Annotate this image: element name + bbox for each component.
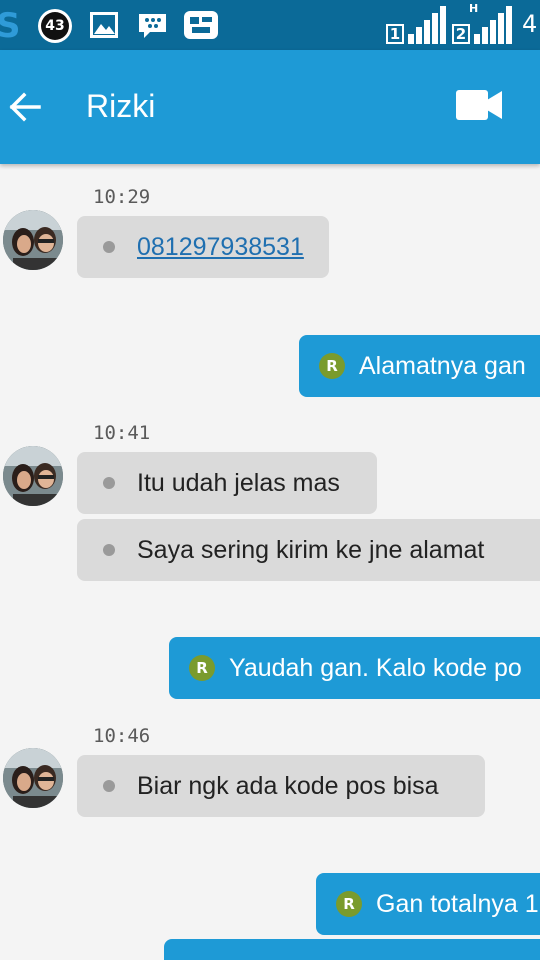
status-dot	[103, 544, 115, 556]
notification-count-badge: 43	[38, 9, 72, 43]
bbm-icon	[139, 14, 166, 38]
message-text: Itu udah jelas mas	[137, 468, 340, 497]
status-right-text: 4	[522, 10, 538, 38]
incoming-message: Itu udah jelas mas	[77, 452, 377, 514]
status-dot	[103, 780, 115, 792]
message-text: Alamatnya gan	[359, 351, 526, 380]
svg-text:S: S	[0, 8, 21, 42]
message-timestamp: 10:41	[93, 422, 151, 444]
avatar[interactable]	[3, 446, 63, 506]
chat-list[interactable]: 10:29 081297938531 R Alamatnya gan 10:41	[0, 164, 540, 960]
outgoing-message-partial	[164, 939, 540, 960]
page-title: Rizki	[86, 88, 156, 124]
sim1-signal-icon: 1	[386, 6, 448, 46]
notification-count: 43	[41, 12, 69, 40]
message-text: Saya sering kirim ke jne alamat	[137, 535, 485, 564]
sim2-signal-icon: 2 H	[452, 2, 514, 46]
message-text: Yaudah gan. Kalo kode po	[229, 653, 522, 682]
avatar[interactable]	[3, 210, 63, 270]
read-status-icon: R	[319, 353, 345, 379]
message-text: Gan totalnya 1	[376, 889, 539, 918]
outgoing-message: R Gan totalnya 1	[316, 873, 540, 935]
back-arrow-icon[interactable]	[8, 90, 42, 124]
avatar[interactable]	[3, 748, 63, 808]
contact-photo	[3, 446, 63, 506]
outgoing-message: R Yaudah gan. Kalo kode po	[169, 637, 540, 699]
status-dot	[103, 241, 115, 253]
network-type: H	[469, 2, 479, 15]
sim1-label: 1	[386, 24, 404, 44]
video-call-icon[interactable]	[454, 88, 504, 122]
message-timestamp: 10:46	[93, 725, 151, 747]
outgoing-message: R Alamatnya gan	[299, 335, 540, 397]
status-bar: S 43 1 2 H 4	[0, 0, 540, 50]
contact-photo	[3, 748, 63, 808]
app-bar: Rizki	[0, 50, 540, 164]
incoming-message: Saya sering kirim ke jne alamat	[77, 519, 540, 581]
contact-photo	[3, 210, 63, 270]
sync-icon: S	[0, 8, 21, 42]
incoming-message: Biar ngk ada kode pos bisa	[77, 755, 485, 817]
gallery-icon	[90, 12, 118, 38]
status-dot	[103, 477, 115, 489]
incoming-message: 081297938531	[77, 216, 329, 278]
app-icon	[184, 11, 218, 39]
message-text: Biar ngk ada kode pos bisa	[137, 771, 439, 800]
message-timestamp: 10:29	[93, 186, 151, 208]
phone-number-link[interactable]: 081297938531	[137, 233, 304, 262]
read-status-icon: R	[189, 655, 215, 681]
sim2-label: 2	[452, 24, 470, 44]
read-status-icon: R	[336, 891, 362, 917]
